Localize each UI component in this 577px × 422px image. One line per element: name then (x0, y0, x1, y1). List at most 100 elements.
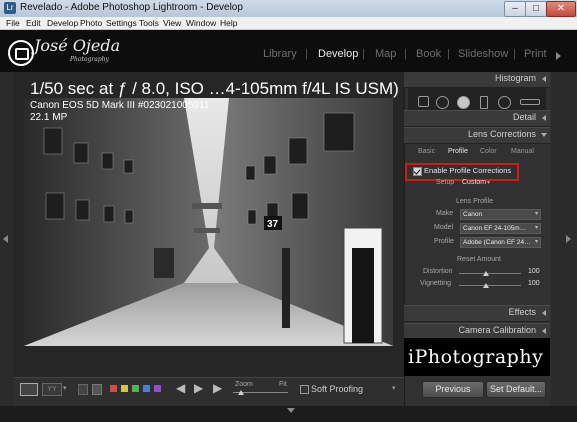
module-separator: | (404, 48, 407, 60)
distortion-label: Distortion (423, 268, 453, 275)
color-label-swatch[interactable] (143, 385, 150, 392)
menu-develop[interactable]: Develop (47, 17, 78, 29)
photo-preview[interactable]: 37 (24, 98, 393, 346)
menu-view[interactable]: View (163, 17, 181, 29)
lightroom-app-icon: Lr (4, 2, 16, 14)
make-dropdown[interactable]: Canon ▾ (460, 209, 541, 220)
expand-detail-icon[interactable] (542, 115, 546, 121)
setup-dropdown-arrow-icon[interactable]: ▾ (487, 179, 490, 186)
watermark-text: iPhotography (408, 346, 544, 368)
expand-left-panel-icon[interactable] (3, 235, 8, 243)
color-label-swatch[interactable] (154, 385, 161, 392)
make-dropdown-arrow-icon: ▾ (534, 211, 538, 217)
module-separator: | (305, 48, 308, 60)
flag-pick-icon[interactable] (92, 384, 102, 395)
menu-tools[interactable]: Tools (139, 17, 159, 29)
distortion-slider-thumb[interactable] (483, 271, 489, 276)
model-value: Canon EF 24-105m… (463, 225, 527, 232)
lens-profile-section-title: Lens Profile (456, 198, 493, 205)
module-book[interactable]: Book (416, 48, 441, 60)
profile-value: Adobe (Canon EF 24… (463, 239, 531, 246)
crop-tool-icon[interactable] (418, 96, 429, 107)
set-default-button[interactable]: Set Default... (486, 381, 546, 398)
menu-help[interactable]: Help (220, 17, 237, 29)
expand-filmstrip-icon[interactable] (287, 408, 295, 413)
color-label-swatch[interactable] (121, 385, 128, 392)
distortion-value[interactable]: 100 (528, 268, 540, 275)
setup-label: Setup (436, 179, 455, 186)
title-bar: Lr Revelado - Adobe Photoshop Lightroom … (0, 0, 577, 18)
collapse-histogram-icon[interactable] (542, 76, 546, 82)
profile-dropdown[interactable]: Adobe (Canon EF 24… ▾ (460, 237, 541, 248)
tab-profile[interactable]: Profile (448, 148, 468, 155)
menu-bar: File Edit Develop Photo Settings Tools V… (0, 17, 577, 30)
histogram-title: Histogram (494, 73, 536, 83)
vignetting-slider-thumb[interactable] (483, 283, 489, 288)
identity-plate-name: José Ojeda (34, 36, 121, 55)
effects-header[interactable]: Effects (404, 305, 550, 322)
soft-proofing-label[interactable]: Soft Proofing (311, 384, 363, 394)
previous-button[interactable]: Previous (422, 381, 484, 398)
menu-window[interactable]: Window (186, 17, 216, 29)
door-number-sign: 37 (267, 219, 279, 230)
radial-filter-tool-icon[interactable] (498, 96, 511, 109)
app-window: Lr Revelado - Adobe Photoshop Lightroom … (0, 0, 577, 422)
color-label-swatch[interactable] (132, 385, 139, 392)
lens-corrections-title: Lens Corrections (467, 129, 536, 139)
setup-dropdown[interactable]: Custom (462, 179, 486, 186)
play-slideshow-icon[interactable]: ▶ (213, 381, 222, 395)
menu-photo[interactable]: Photo (80, 17, 102, 29)
tab-color[interactable]: Color (480, 148, 497, 155)
lens-corrections-header[interactable]: Lens Corrections (404, 127, 550, 144)
exif-camera-line: Canon EOS 5D Mark III #023021005911 (30, 100, 210, 111)
enable-profile-corrections-checkbox[interactable] (413, 167, 422, 176)
maximize-button[interactable]: □ (525, 1, 547, 17)
spot-removal-tool-icon[interactable] (436, 96, 449, 109)
toolbar-options-arrow-icon[interactable]: ▾ (392, 384, 396, 392)
close-button[interactable]: ✕ (546, 1, 576, 17)
previous-image-icon[interactable]: ◀ (176, 381, 185, 395)
menu-edit[interactable]: Edit (26, 17, 41, 29)
minimize-button[interactable]: – (504, 1, 526, 17)
model-dropdown[interactable]: Canon EF 24-105m… ▾ (460, 223, 541, 234)
soft-proofing-checkbox[interactable] (300, 385, 309, 394)
graduated-filter-tool-icon[interactable] (480, 96, 488, 109)
module-separator: | (447, 48, 450, 60)
exif-megapixels-line: 22.1 MP (30, 112, 68, 123)
module-develop[interactable]: Develop (318, 48, 358, 60)
module-picker-arrow-icon[interactable] (556, 52, 561, 60)
window-title: Revelado - Adobe Photoshop Lightroom - D… (20, 2, 243, 13)
enable-profile-corrections-label[interactable]: Enable Profile Corrections (424, 166, 511, 175)
collapse-right-panel-icon[interactable] (566, 235, 571, 243)
before-after-view-icon[interactable]: YY (42, 383, 62, 396)
collapse-lens-corrections-icon[interactable] (541, 133, 547, 137)
module-library[interactable]: Library (263, 48, 297, 60)
expand-camera-calibration-icon[interactable] (542, 328, 546, 334)
vignetting-slider-track[interactable] (459, 285, 521, 286)
right-edge-strip (550, 72, 577, 406)
histogram-header[interactable]: Histogram (404, 72, 550, 88)
red-eye-tool-icon[interactable] (457, 96, 470, 109)
flag-reject-icon[interactable] (78, 384, 88, 395)
module-slideshow[interactable]: Slideshow (458, 48, 508, 60)
menu-file[interactable]: File (6, 17, 20, 29)
vignetting-value[interactable]: 100 (528, 280, 540, 287)
detail-header[interactable]: Detail (404, 110, 550, 127)
loupe-view-icon[interactable] (20, 383, 38, 396)
tab-basic[interactable]: Basic (418, 148, 435, 155)
expand-effects-icon[interactable] (542, 310, 546, 316)
zoom-label: Zoom (235, 381, 253, 388)
adjustment-brush-tool-icon[interactable] (520, 99, 540, 105)
watermark-banner: iPhotography (404, 338, 550, 376)
menu-settings[interactable]: Settings (106, 17, 137, 29)
zoom-slider-thumb[interactable] (238, 390, 244, 395)
distortion-slider-track[interactable] (459, 273, 521, 274)
camera-logo-icon (8, 40, 34, 66)
next-image-icon[interactable]: ▶ (194, 381, 203, 395)
view-options-arrow-icon[interactable]: ▾ (63, 384, 67, 392)
module-map[interactable]: Map (375, 48, 396, 60)
color-label-swatch[interactable] (110, 385, 117, 392)
model-dropdown-arrow-icon: ▾ (534, 225, 538, 231)
tab-manual[interactable]: Manual (511, 148, 534, 155)
module-print[interactable]: Print (524, 48, 547, 60)
